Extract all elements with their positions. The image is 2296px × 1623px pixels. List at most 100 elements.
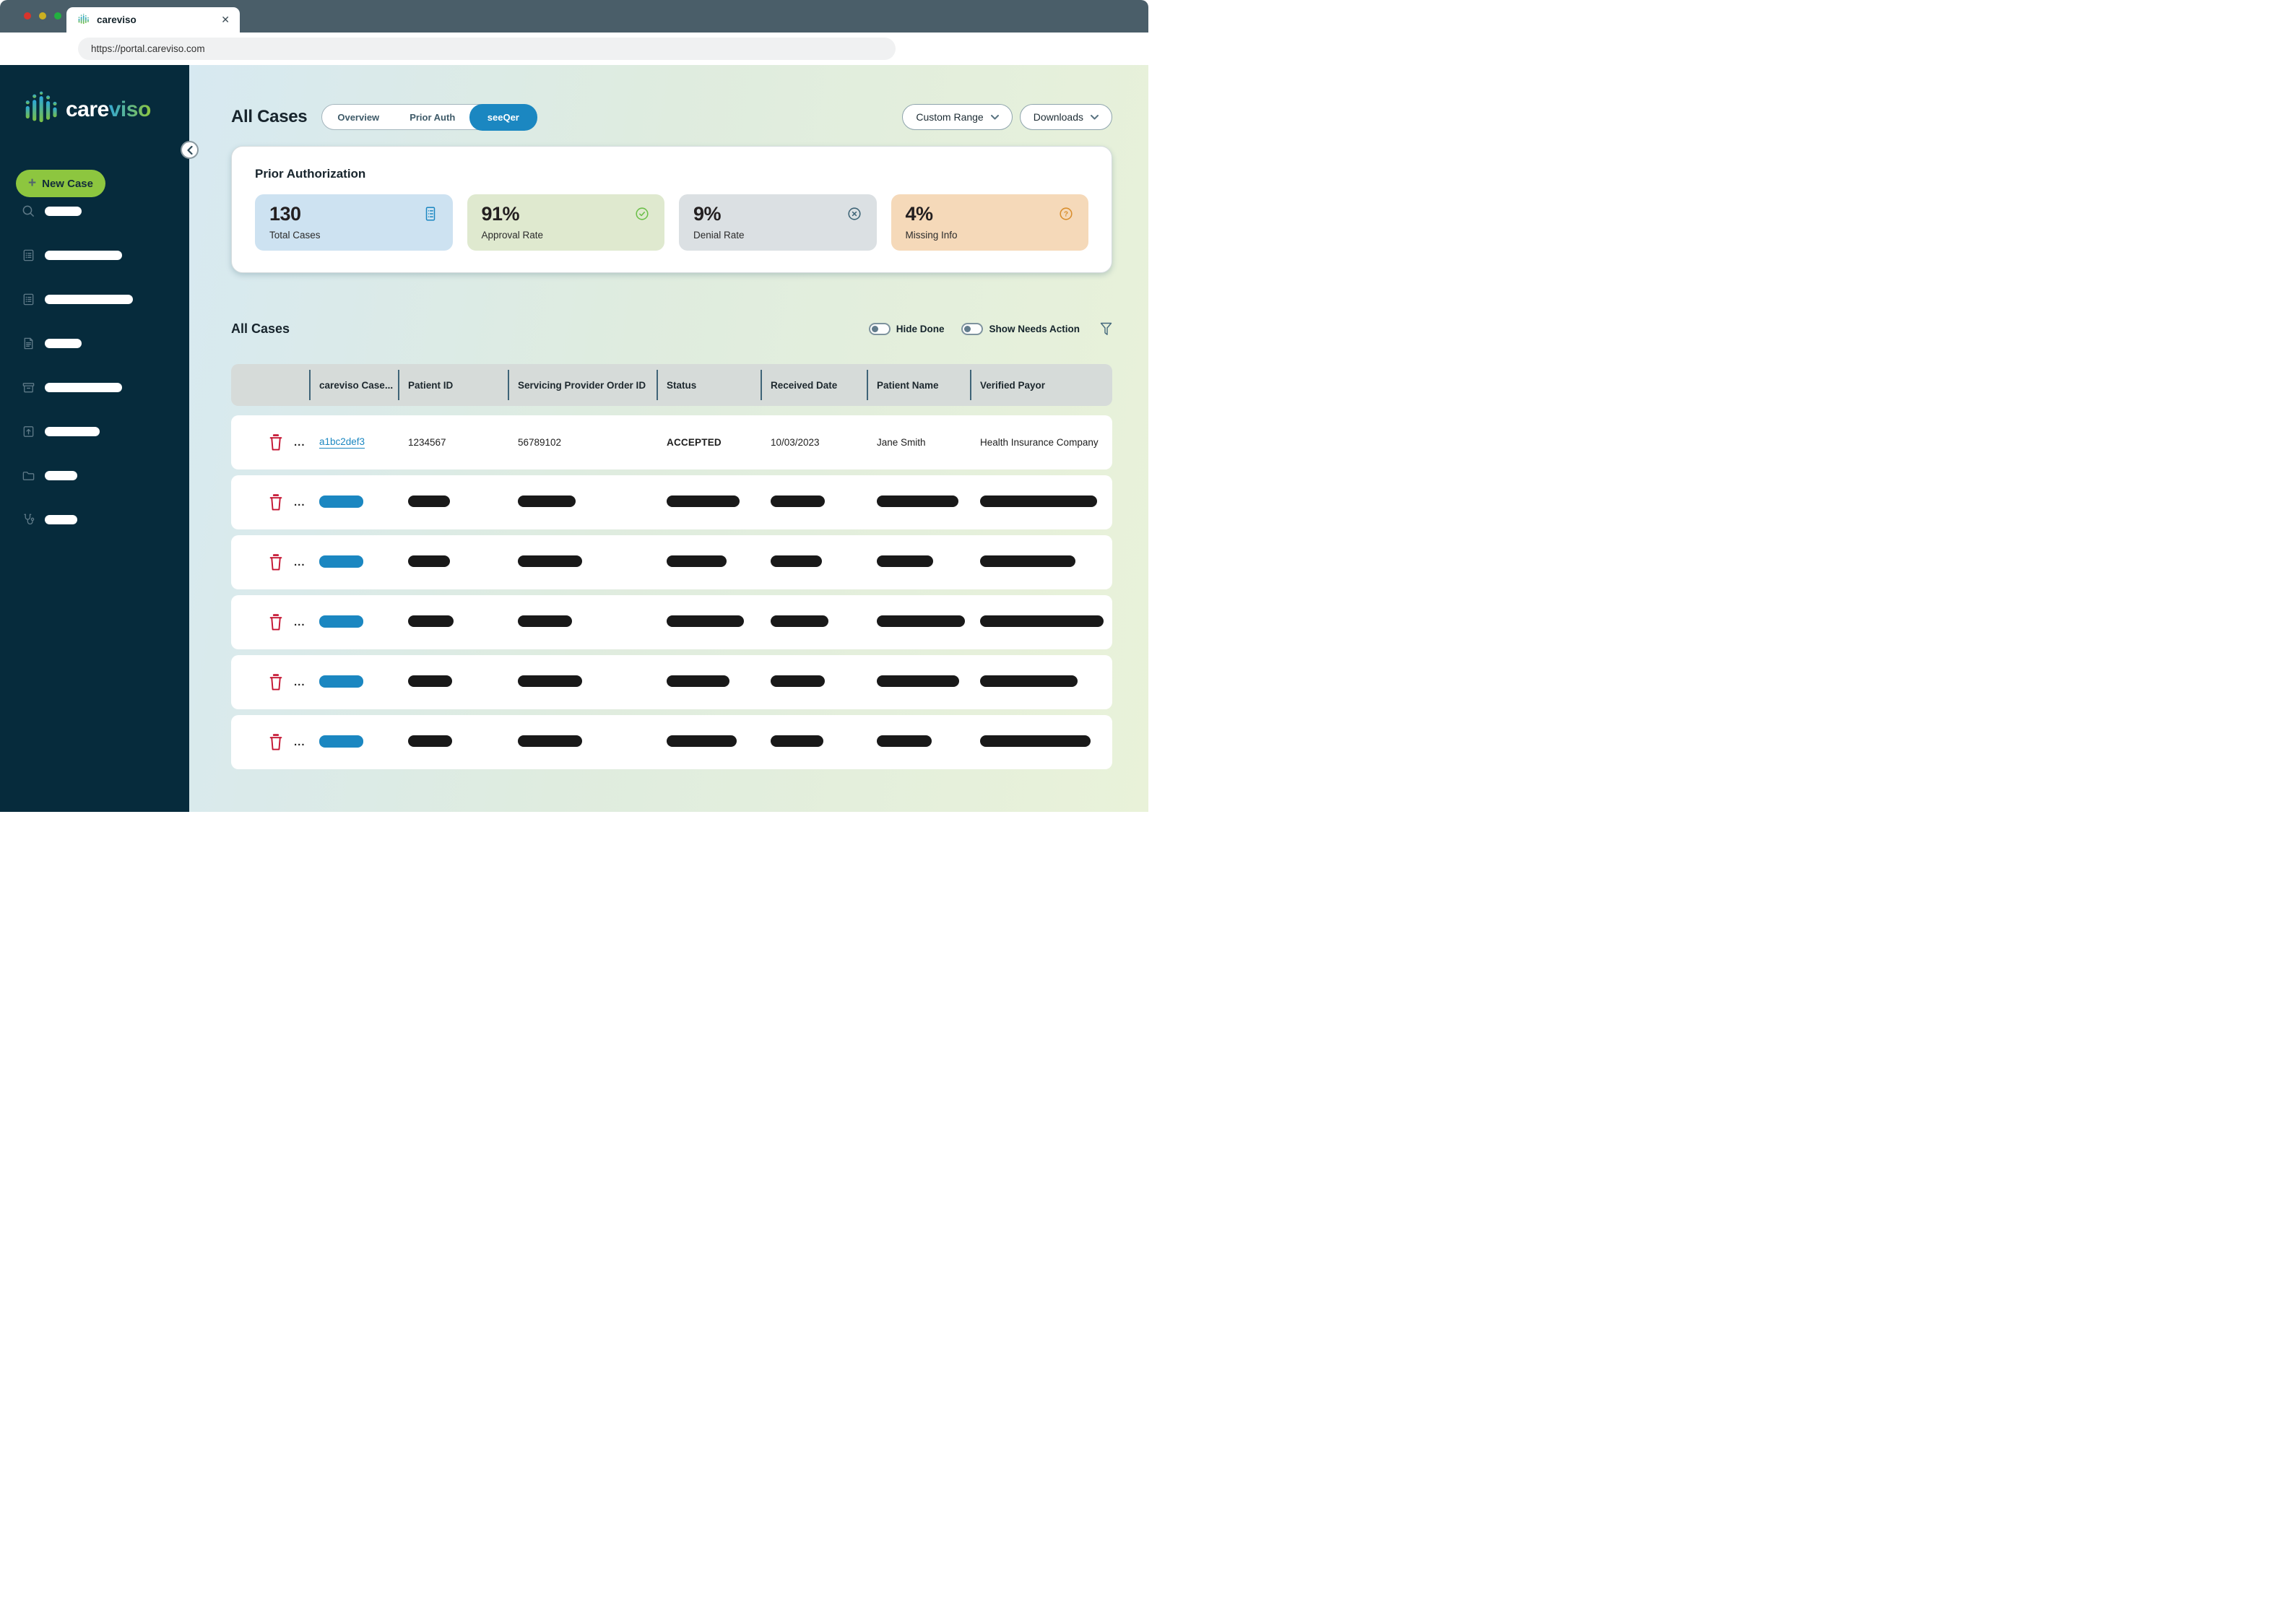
stat-approval-rate: 91% Approval Rate (467, 194, 664, 251)
custom-range-dropdown[interactable]: Custom Range (902, 104, 1013, 130)
row-menu-ellipsis[interactable]: ... (294, 437, 306, 448)
case-id-link[interactable]: a1bc2def3 (319, 436, 365, 449)
tab-seeqer[interactable]: seeQer (469, 103, 537, 131)
case-id-link-redacted[interactable] (319, 675, 363, 688)
browser-tab[interactable]: careviso ✕ (66, 7, 240, 33)
redacted-label (45, 338, 82, 348)
redacted-value (877, 555, 933, 567)
redacted-value (518, 735, 582, 747)
trash-icon[interactable] (269, 673, 283, 691)
table-controls: Hide Done Show Needs Action (868, 322, 1112, 336)
chevron-down-icon (990, 114, 999, 119)
case-id-link-redacted[interactable] (319, 555, 363, 568)
sidebar-collapse-button[interactable] (181, 141, 199, 159)
stat-tiles: 130 Total Cases 91% Approval Rate 9% Den… (255, 194, 1088, 251)
filter-button[interactable] (1100, 322, 1112, 336)
minimize-window-button[interactable] (39, 12, 46, 20)
redacted-value (408, 615, 454, 627)
redacted-value (667, 615, 744, 627)
row-menu-ellipsis[interactable]: ... (294, 737, 306, 748)
cases-table: careviso Case... Patient ID Servicing Pr… (231, 364, 1112, 769)
status-cell: ACCEPTED (667, 437, 722, 448)
sidebar-item-8[interactable] (0, 509, 189, 529)
row-menu-ellipsis[interactable]: ... (294, 497, 306, 508)
sidebar-item-6[interactable] (0, 421, 189, 441)
sidebar-item-3[interactable] (0, 289, 189, 309)
tab-title: careviso (97, 14, 137, 25)
trash-icon[interactable] (269, 433, 283, 451)
redacted-value (980, 735, 1091, 747)
clipboard-list-icon (23, 249, 34, 261)
stat-missing-info: 4% ? Missing Info (891, 194, 1088, 251)
careviso-wordmark: careviso (66, 98, 151, 121)
redacted-label (45, 426, 100, 436)
sidebar-item-2[interactable] (0, 245, 189, 265)
trash-icon[interactable] (269, 613, 283, 631)
redacted-value (667, 675, 729, 687)
new-case-button[interactable]: + New Case (16, 170, 105, 197)
redacted-value (877, 495, 958, 507)
plus-icon: + (28, 175, 37, 191)
filter-funnel-icon (1100, 322, 1112, 335)
table-row-redacted: ... (231, 535, 1112, 589)
redacted-value (980, 495, 1097, 507)
sidebar: careviso + New Case (0, 65, 189, 812)
redacted-value (408, 675, 452, 687)
tab-overview[interactable]: Overview (322, 105, 394, 129)
redacted-label (45, 514, 77, 524)
column-status: Status (657, 364, 761, 406)
redacted-value (667, 495, 740, 507)
sidebar-item-5[interactable] (0, 377, 189, 397)
browser-window: careviso ✕ https://portal.careviso.com c (0, 0, 1148, 812)
trash-icon[interactable] (269, 493, 283, 511)
trash-icon[interactable] (269, 553, 283, 571)
redacted-value (771, 675, 825, 687)
show-needs-action-label: Show Needs Action (989, 323, 1080, 334)
clipboard-icon (425, 207, 435, 221)
tab-prior-auth[interactable]: Prior Auth (394, 105, 470, 129)
view-tabs: Overview Prior Auth seeQer (321, 103, 537, 131)
case-id-link-redacted[interactable] (319, 735, 363, 748)
cases-section-title: All Cases (231, 321, 290, 336)
redacted-value (771, 555, 822, 567)
redacted-label (45, 206, 82, 216)
chevron-left-icon (186, 145, 193, 155)
zoom-window-button[interactable] (54, 12, 61, 20)
sidebar-item-1[interactable] (0, 201, 189, 221)
hide-done-toggle[interactable] (868, 322, 891, 335)
order-id-cell: 56789102 (518, 437, 562, 448)
show-needs-action-toggle[interactable] (961, 322, 984, 335)
redacted-value (408, 555, 450, 567)
row-menu-ellipsis[interactable]: ... (294, 617, 306, 628)
case-id-link-redacted[interactable] (319, 495, 363, 508)
check-circle-icon (636, 207, 649, 220)
table-row-redacted: ... (231, 595, 1112, 649)
url-bar[interactable]: https://portal.careviso.com (78, 38, 896, 60)
chevron-down-icon (1091, 114, 1099, 119)
redacted-value (980, 555, 1075, 567)
redacted-label (45, 294, 133, 304)
sidebar-item-4[interactable] (0, 333, 189, 353)
redacted-value (518, 615, 572, 627)
careviso-logo: careviso (25, 91, 189, 129)
row-menu-ellipsis[interactable]: ... (294, 557, 306, 568)
close-window-button[interactable] (24, 12, 31, 20)
sidebar-nav (0, 201, 189, 529)
tab-close-icon[interactable]: ✕ (221, 14, 230, 26)
redacted-value (518, 555, 582, 567)
redacted-value (667, 555, 727, 567)
downloads-dropdown[interactable]: Downloads (1019, 104, 1112, 130)
table-row-redacted: ... (231, 655, 1112, 709)
page-header: All Cases Overview Prior Auth seeQer Cus… (231, 103, 1112, 131)
traffic-lights (24, 12, 61, 20)
window-titlebar: careviso ✕ (0, 0, 1148, 33)
row-menu-ellipsis[interactable]: ... (294, 677, 306, 688)
table-row-redacted: ... (231, 475, 1112, 529)
sidebar-item-7[interactable] (0, 465, 189, 485)
folder-icon (22, 471, 35, 480)
case-id-link-redacted[interactable] (319, 615, 363, 628)
trash-icon[interactable] (269, 733, 283, 751)
svg-text:?: ? (1064, 211, 1068, 219)
redacted-value (771, 615, 828, 627)
column-order-id: Servicing Provider Order ID (508, 364, 657, 406)
